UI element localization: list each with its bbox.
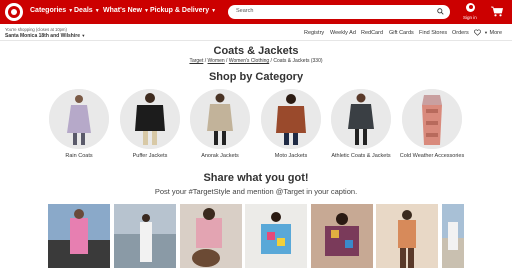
link-redcard[interactable]: RedCard	[361, 30, 383, 36]
ugc-photo[interactable]	[114, 204, 176, 268]
link-orders[interactable]: Orders	[452, 30, 469, 36]
utility-bar: You're shopping (closes at 10pm) Santa M…	[0, 24, 512, 41]
more-label: More	[489, 30, 503, 36]
chevron-down-icon: ▼	[68, 8, 74, 14]
nav-deals-label: Deals	[74, 7, 93, 14]
share-subtitle: Post your #TargetStyle and mention @Targ…	[154, 187, 358, 196]
link-gift-cards[interactable]: Gift Cards	[389, 30, 414, 36]
category-image	[190, 89, 250, 149]
account-icon	[466, 3, 475, 12]
breadcrumb: Target / Women / Women's Clothing / Coat…	[189, 58, 323, 64]
top-header: Categories ▼ Deals ▼ What's New ▼ Pickup & …	[0, 0, 512, 24]
nav-whats-new[interactable]: What's New ▼	[103, 7, 149, 14]
ugc-photo[interactable]	[180, 204, 242, 268]
category-image	[261, 89, 321, 149]
store-selector[interactable]: Santa Monica 18th and Wilshire ▼	[5, 33, 85, 39]
search-input[interactable]: Search	[228, 5, 450, 19]
chevron-down-icon: ▼	[81, 33, 86, 38]
nav-pickup-delivery[interactable]: Pickup & Delivery ▼	[150, 7, 216, 14]
ugc-photo[interactable]	[376, 204, 438, 268]
sign-in-label: Sign in	[463, 15, 477, 20]
category-image	[120, 89, 180, 149]
category-image	[331, 89, 391, 149]
link-registry[interactable]: Registry	[304, 30, 324, 36]
ugc-photo[interactable]	[442, 204, 464, 268]
shop-by-category-title: Shop by Category	[208, 71, 304, 83]
store-name: Santa Monica 18th and Wilshire	[5, 33, 80, 39]
nav-whats-new-label: What's New	[103, 7, 143, 14]
chevron-down-icon: ▼	[484, 30, 488, 35]
search-placeholder: Search	[236, 8, 254, 14]
nav-categories-label: Categories	[30, 7, 67, 14]
link-find-stores[interactable]: Find Stores	[419, 30, 447, 36]
link-weekly-ad[interactable]: Weekly Ad	[330, 30, 356, 36]
nav-deals[interactable]: Deals ▼	[74, 7, 100, 14]
ugc-photo[interactable]	[245, 204, 307, 268]
cart-icon[interactable]	[491, 6, 503, 17]
breadcrumb-current: Coats & Jackets (330)	[273, 58, 323, 64]
share-title: Share what you got!	[203, 172, 309, 184]
category-label: Cold Weather Accessories	[399, 153, 465, 159]
chevron-down-icon: ▼	[144, 8, 149, 14]
more-menu[interactable]: ▼ More	[484, 30, 502, 36]
nav-categories[interactable]: Categories ▼	[30, 7, 73, 14]
page-title: Coats & Jackets	[213, 45, 299, 57]
breadcrumb-target[interactable]: Target	[189, 58, 203, 64]
search-icon[interactable]	[437, 8, 444, 15]
ugc-photo[interactable]	[48, 204, 110, 268]
breadcrumb-womens-clothing[interactable]: Women's Clothing	[229, 58, 269, 64]
nav-pickup-delivery-label: Pickup & Delivery	[150, 7, 210, 14]
category-image	[402, 89, 462, 149]
target-logo-icon[interactable]	[5, 3, 23, 21]
chevron-down-icon: ▼	[211, 8, 217, 14]
ugc-photo[interactable]	[311, 204, 373, 268]
store-status: You're shopping (closes at 10pm)	[5, 27, 67, 32]
sign-in-button[interactable]: Sign in	[463, 3, 477, 23]
heart-icon[interactable]	[474, 29, 481, 36]
breadcrumb-women[interactable]: Women	[208, 58, 225, 64]
chevron-down-icon: ▼	[94, 8, 100, 14]
category-image	[49, 89, 109, 149]
